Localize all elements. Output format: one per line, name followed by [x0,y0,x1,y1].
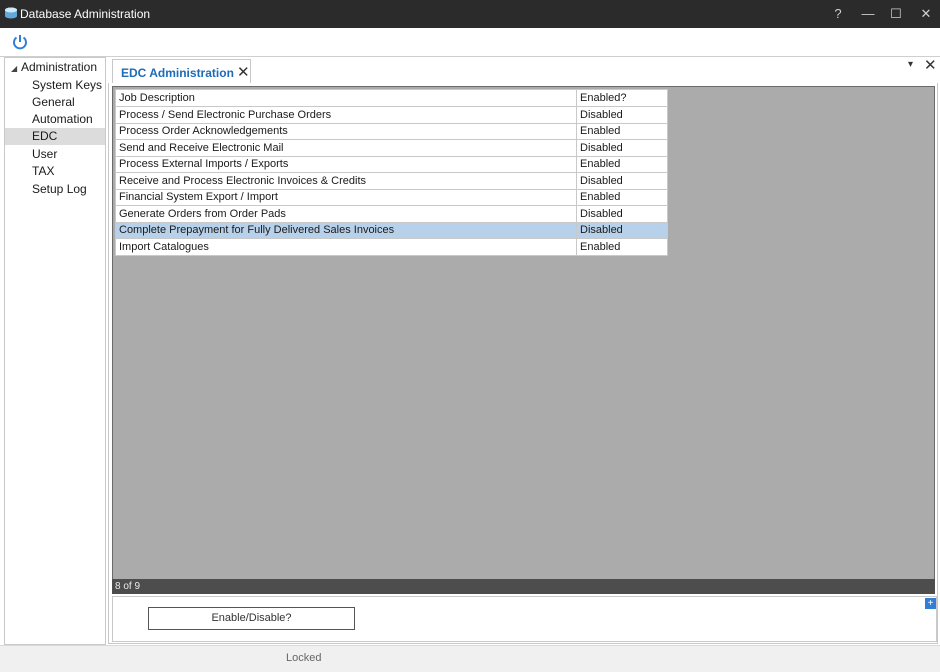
tab-menu-icon[interactable]: ▾ [908,59,913,70]
add-icon[interactable]: + [925,598,936,609]
lock-status: Locked [286,652,322,664]
table-header-row: Job Description Enabled? [115,89,668,107]
table-row[interactable]: Process External Imports / Exports Enable… [115,155,668,173]
table-row[interactable]: Process / Send Electronic Purchase Order… [115,106,668,124]
enabled-cell[interactable]: Disabled [576,106,668,124]
job-description-cell[interactable]: Process Order Acknowledgements [115,122,577,140]
tab-close-icon[interactable]: ✕ [237,63,250,81]
database-icon [5,7,17,19]
enabled-cell[interactable]: Disabled [576,221,668,239]
footer-status-bar: Locked [0,645,940,672]
jobs-grid: Job Description Enabled? Process / Send … [112,86,935,580]
enabled-cell[interactable]: Enabled [576,122,668,140]
column-header-job-description[interactable]: Job Description [115,89,577,107]
table-row[interactable]: Process Order Acknowledgements Enabled [115,122,668,140]
power-icon[interactable] [11,33,29,51]
enabled-cell[interactable]: Enabled [576,238,668,256]
job-description-cell[interactable]: Import Catalogues [115,238,577,256]
enabled-cell[interactable]: Disabled [576,205,668,223]
window-title: Database Administration [20,7,151,21]
expand-arrow-icon[interactable]: ◢ [11,64,21,73]
tree-root-administration[interactable]: ◢ Administration [11,60,97,76]
job-description-cell[interactable]: Financial System Export / Import [115,188,577,206]
help-button[interactable]: ? [829,5,847,23]
tree-item-system-keys[interactable]: System Keys [5,77,105,94]
enabled-cell[interactable]: Enabled [576,188,668,206]
tree-item-setup-log[interactable]: Setup Log [5,181,105,198]
tab-edc-administration[interactable]: EDC Administration ✕ [112,59,251,84]
job-description-cell[interactable]: Complete Prepayment for Fully Delivered … [115,221,577,239]
job-description-cell[interactable]: Process / Send Electronic Purchase Order… [115,106,577,124]
tree-root-label: Administration [21,60,98,74]
minimize-button[interactable]: — [859,5,877,23]
close-window-button[interactable]: ✕ [917,5,935,23]
tree-item-tax[interactable]: TAX [5,163,105,180]
enabled-cell[interactable]: Enabled [576,155,668,173]
tree-item-general[interactable]: General [5,94,105,111]
title-bar: Database Administration ? — ☐ ✕ [0,0,940,28]
close-all-tabs-icon[interactable]: ✕ [924,56,937,74]
table-row[interactable]: Financial System Export / Import Enabled [115,188,668,206]
jobs-table: Job Description Enabled? Process / Send … [115,89,668,256]
toolbar [0,28,940,57]
maximize-button[interactable]: ☐ [887,5,905,23]
column-header-enabled[interactable]: Enabled? [576,89,668,107]
tree-item-user[interactable]: User [5,146,105,163]
record-position: 8 of 9 [115,581,141,592]
navigation-tree: ◢ Administration System Keys General Auto… [4,57,106,645]
job-description-cell[interactable]: Process External Imports / Exports [115,155,577,173]
table-row[interactable]: Send and Receive Electronic Mail Disabled [115,139,668,157]
job-description-cell[interactable]: Send and Receive Electronic Mail [115,139,577,157]
record-status-bar: 8 of 9 [112,579,935,594]
tab-label: EDC Administration [121,66,234,80]
enabled-cell[interactable]: Disabled [576,172,668,190]
enable-disable-button[interactable]: Enable/Disable? [148,607,355,630]
job-description-cell[interactable]: Generate Orders from Order Pads [115,205,577,223]
enabled-cell[interactable]: Disabled [576,139,668,157]
tree-item-edc[interactable]: EDC [5,128,105,145]
table-row[interactable]: Import Catalogues Enabled [115,238,668,256]
table-row-selected[interactable]: Complete Prepayment for Fully Delivered … [115,221,668,239]
table-row[interactable]: Generate Orders from Order Pads Disabled [115,205,668,223]
tab-strip: EDC Administration ✕ ▾ ✕ [108,56,937,84]
table-row[interactable]: Receive and Process Electronic Invoices … [115,172,668,190]
tree-item-automation[interactable]: Automation [5,111,105,128]
action-area: + Enable/Disable? [112,596,937,642]
edc-panel: Job Description Enabled? Process / Send … [108,83,938,644]
job-description-cell[interactable]: Receive and Process Electronic Invoices … [115,172,577,190]
